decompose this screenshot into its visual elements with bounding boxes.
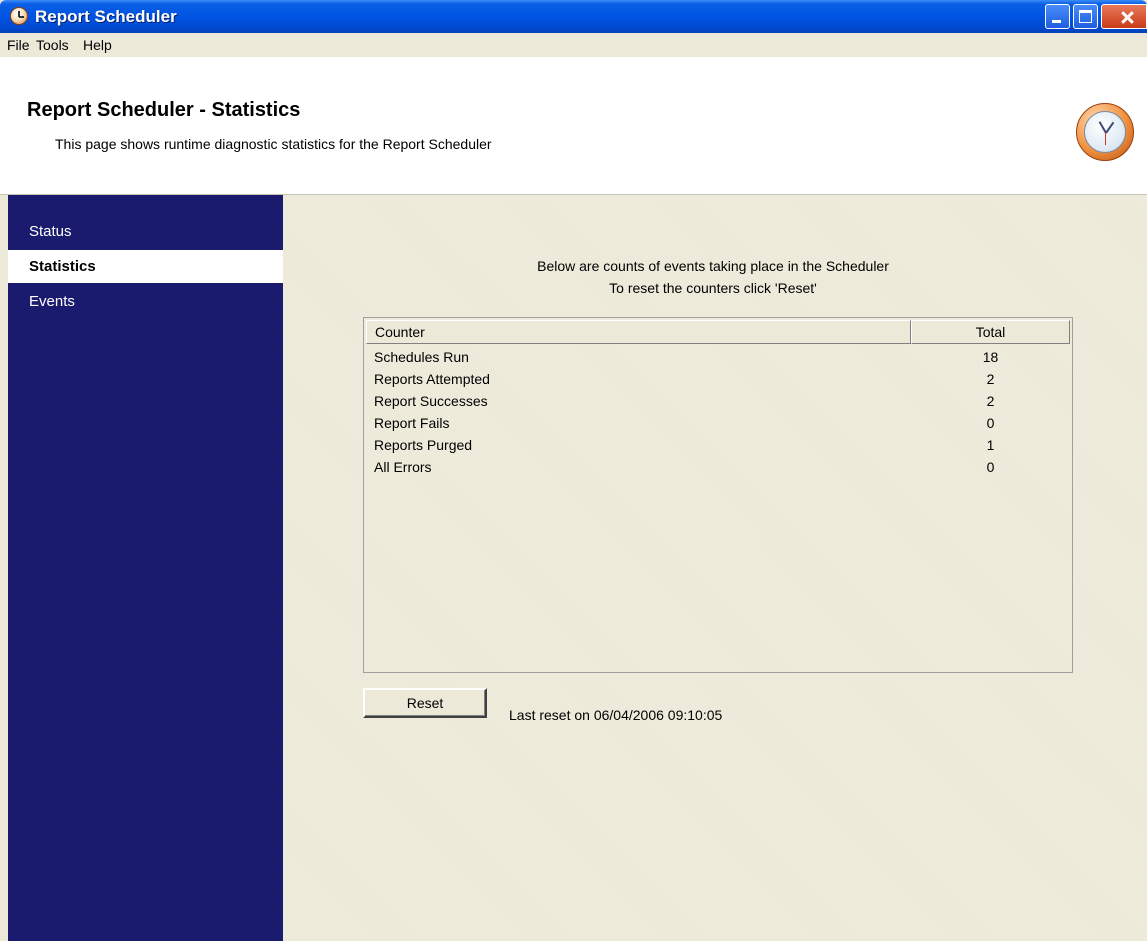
menu-file[interactable]: File <box>7 37 30 53</box>
counter-total: 18 <box>982 349 999 365</box>
page-title: Report Scheduler - Statistics <box>27 99 301 121</box>
counter-name: Report Fails <box>374 415 450 431</box>
counter-total: 0 <box>986 415 995 431</box>
statistics-list[interactable]: Counter Total Schedules Run 18 Reports A… <box>363 317 1073 673</box>
window-title: Report Scheduler <box>35 7 177 26</box>
app-window: Report Scheduler File Tools Help Report … <box>0 0 1147 941</box>
sidebar-item-statistics[interactable]: Statistics <box>8 250 283 283</box>
counter-total: 2 <box>986 393 995 409</box>
page-subtitle: This page shows runtime diagnostic stati… <box>55 136 492 152</box>
sidebar-item-events[interactable]: Events <box>8 285 283 318</box>
counter-name: Schedules Run <box>374 349 469 365</box>
counter-name: All Errors <box>374 459 432 475</box>
table-row[interactable]: All Errors 0 <box>366 456 1070 478</box>
maximize-button[interactable] <box>1073 4 1098 29</box>
title-bar[interactable]: Report Scheduler <box>0 0 1147 33</box>
minimize-button[interactable] <box>1045 4 1070 29</box>
list-header: Counter Total <box>366 320 1070 344</box>
intro-line-1: Below are counts of events taking place … <box>537 258 889 274</box>
main-content: Below are counts of events taking place … <box>283 195 1147 941</box>
menu-help[interactable]: Help <box>83 37 112 53</box>
sidebar-item-status[interactable]: Status <box>8 215 283 248</box>
counter-name: Report Successes <box>374 393 488 409</box>
clock-app-icon[interactable] <box>10 7 28 25</box>
table-row[interactable]: Reports Purged 1 <box>366 434 1070 456</box>
table-row[interactable]: Report Fails 0 <box>366 412 1070 434</box>
close-button[interactable] <box>1101 4 1147 29</box>
counter-name: Reports Purged <box>374 437 473 453</box>
last-reset-text: Last reset on 06/04/2006 09:10:05 <box>509 707 723 723</box>
reset-button[interactable]: Reset <box>363 688 487 718</box>
table-row[interactable]: Report Successes 2 <box>366 390 1070 412</box>
intro-line-2: To reset the counters click 'Reset' <box>609 280 817 296</box>
clock-icon <box>1076 103 1134 161</box>
counter-name: Reports Attempted <box>374 371 490 387</box>
counter-total: 0 <box>986 459 995 475</box>
list-rows: Schedules Run 18 Reports Attempted 2 Rep… <box>366 346 1070 478</box>
table-row[interactable]: Reports Attempted 2 <box>366 368 1070 390</box>
menu-tools[interactable]: Tools <box>36 37 69 53</box>
counter-total: 2 <box>986 371 995 387</box>
clock-face <box>1084 111 1126 153</box>
column-header-total[interactable]: Total <box>911 320 1070 344</box>
sidebar: Status Statistics Events <box>8 195 283 941</box>
menu-bar: File Tools Help <box>0 33 1147 57</box>
page-header: Report Scheduler - Statistics This page … <box>0 57 1147 195</box>
column-header-counter[interactable]: Counter <box>366 320 911 344</box>
table-row[interactable]: Schedules Run 18 <box>366 346 1070 368</box>
counter-total: 1 <box>986 437 995 453</box>
